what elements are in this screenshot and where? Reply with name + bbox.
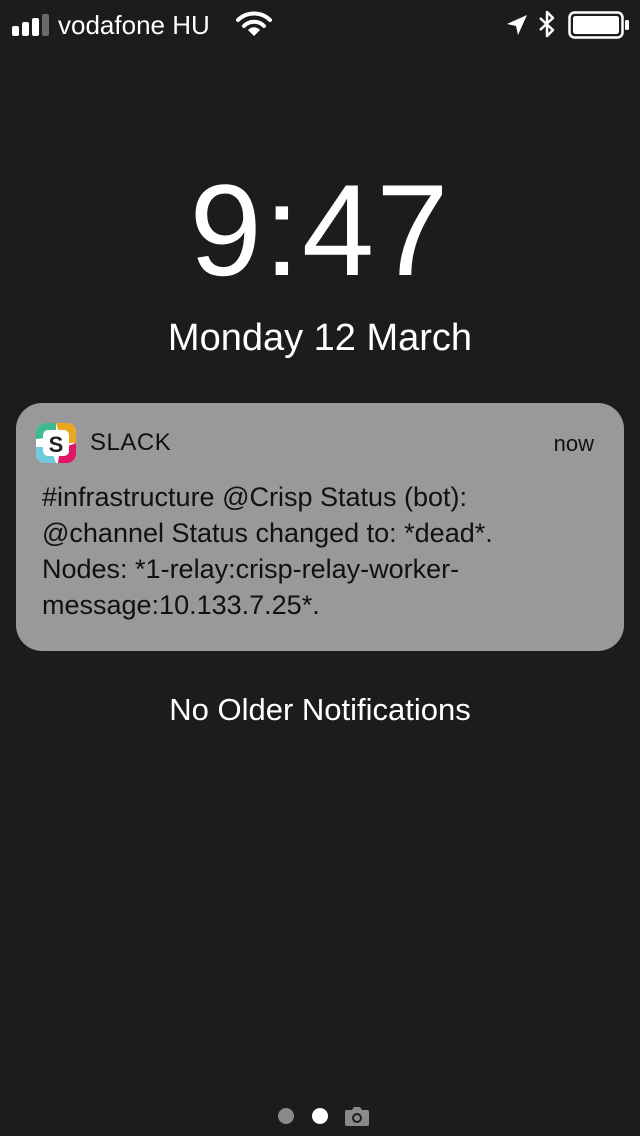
page-dot-active[interactable] (312, 1108, 328, 1124)
camera-icon[interactable] (344, 1105, 370, 1127)
slack-app-icon: S (36, 423, 76, 463)
lockscreen-time: 9:47 (189, 157, 451, 303)
signal-bars-icon (12, 14, 49, 36)
page-indicator[interactable] (270, 1103, 380, 1129)
battery-icon (568, 11, 629, 39)
carrier-name: vodafone HU (58, 10, 210, 40)
notification-body-line: Nodes: *1-relay:crisp-relay-worker- (42, 554, 460, 584)
wifi-icon (236, 11, 272, 36)
no-older-notifications-label: No Older Notifications (169, 692, 471, 727)
slack-notification[interactable]: S SLACK now #infrastructure @Crisp Statu… (16, 403, 624, 651)
lockscreen-date: Monday 12 March (167, 317, 473, 359)
bluetooth-icon (539, 10, 555, 38)
svg-text:S: S (49, 432, 64, 457)
notification-body-line: message:10.133.7.25*. (42, 590, 320, 620)
location-arrow-icon (507, 15, 527, 35)
notification-app-name: SLACK (90, 429, 172, 456)
notification-body-line: #infrastructure @Crisp Status (bot): (42, 482, 468, 512)
status-bar: vodafone HU (0, 0, 640, 50)
notification-body: #infrastructure @Crisp Status (bot): @ch… (42, 479, 602, 623)
page-dot[interactable] (278, 1108, 294, 1124)
notification-body-line: @channel Status changed to: *dead*. (42, 518, 493, 548)
notification-time: now (553, 431, 594, 456)
